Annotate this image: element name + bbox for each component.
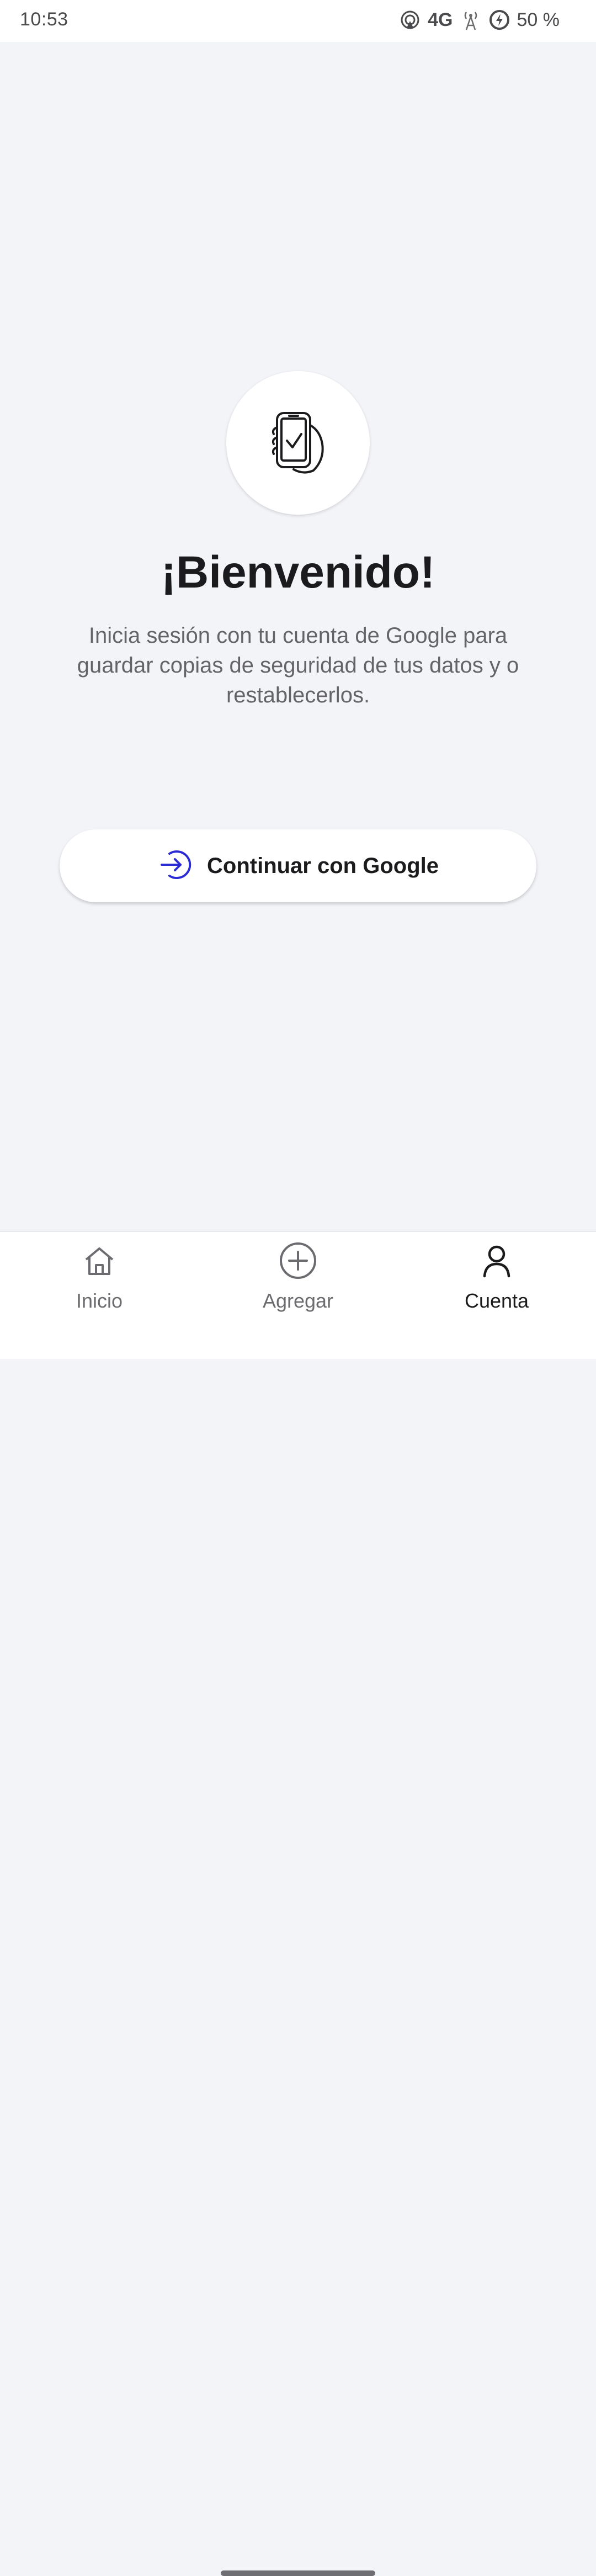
nav-item-agregar[interactable]: Agregar — [232, 1241, 364, 1324]
status-time: 10:53 — [20, 9, 68, 30]
continue-with-google-label: Continuar con Google — [207, 853, 439, 878]
battery-percent: 50 % — [517, 9, 560, 30]
welcome-title: ¡Bienvenido! — [161, 547, 435, 597]
login-arrow-icon — [157, 847, 193, 885]
person-icon — [477, 1241, 517, 1281]
home-icon — [79, 1241, 119, 1281]
status-bar: 10:53 4G 50 % — [0, 0, 596, 42]
add-circle-icon — [278, 1241, 318, 1281]
nav-item-inicio[interactable]: Inicio — [33, 1241, 166, 1324]
battery-charging-icon — [488, 9, 510, 31]
home-indicator[interactable] — [221, 2570, 375, 2576]
phone-check-icon — [265, 409, 331, 478]
signal-tower-icon — [460, 9, 482, 31]
nav-item-cuenta[interactable]: Cuenta — [430, 1241, 563, 1324]
nav-label-inicio: Inicio — [76, 1289, 123, 1312]
hero-icon-container — [226, 371, 370, 515]
welcome-description: Inicia sesión con tu cuenta de Google pa… — [77, 623, 519, 707]
network-type: 4G — [428, 9, 453, 30]
nav-label-agregar: Agregar — [262, 1289, 334, 1312]
hotspot-icon — [399, 9, 421, 31]
continue-with-google-button[interactable]: Continuar con Google — [60, 829, 536, 902]
status-icons: 4G 50 % — [399, 8, 560, 32]
nav-label-cuenta: Cuenta — [464, 1289, 529, 1312]
bottom-navigation: Inicio Agregar Cuenta — [0, 1231, 596, 2576]
